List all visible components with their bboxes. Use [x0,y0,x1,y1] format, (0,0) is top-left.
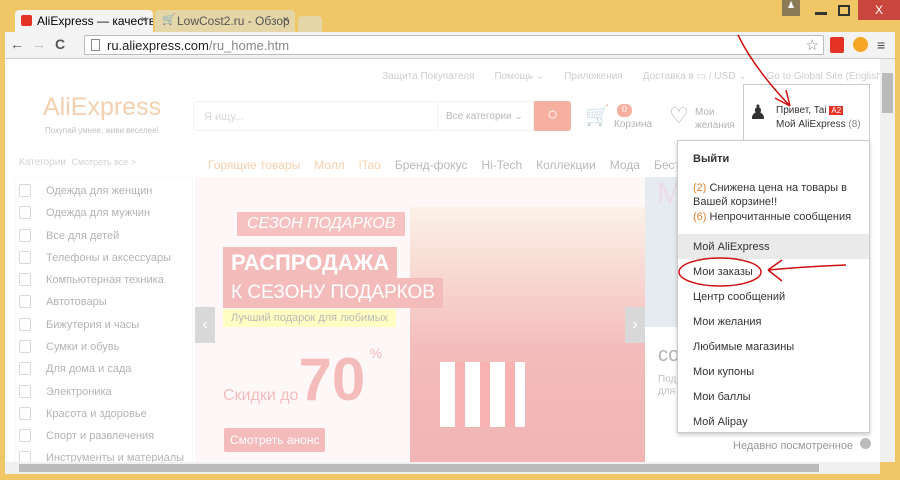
annotation-arrow-left [767,259,847,282]
red-annotations [678,34,847,287]
annotation-arrow-down [737,34,791,107]
annotation-circle [678,257,762,287]
